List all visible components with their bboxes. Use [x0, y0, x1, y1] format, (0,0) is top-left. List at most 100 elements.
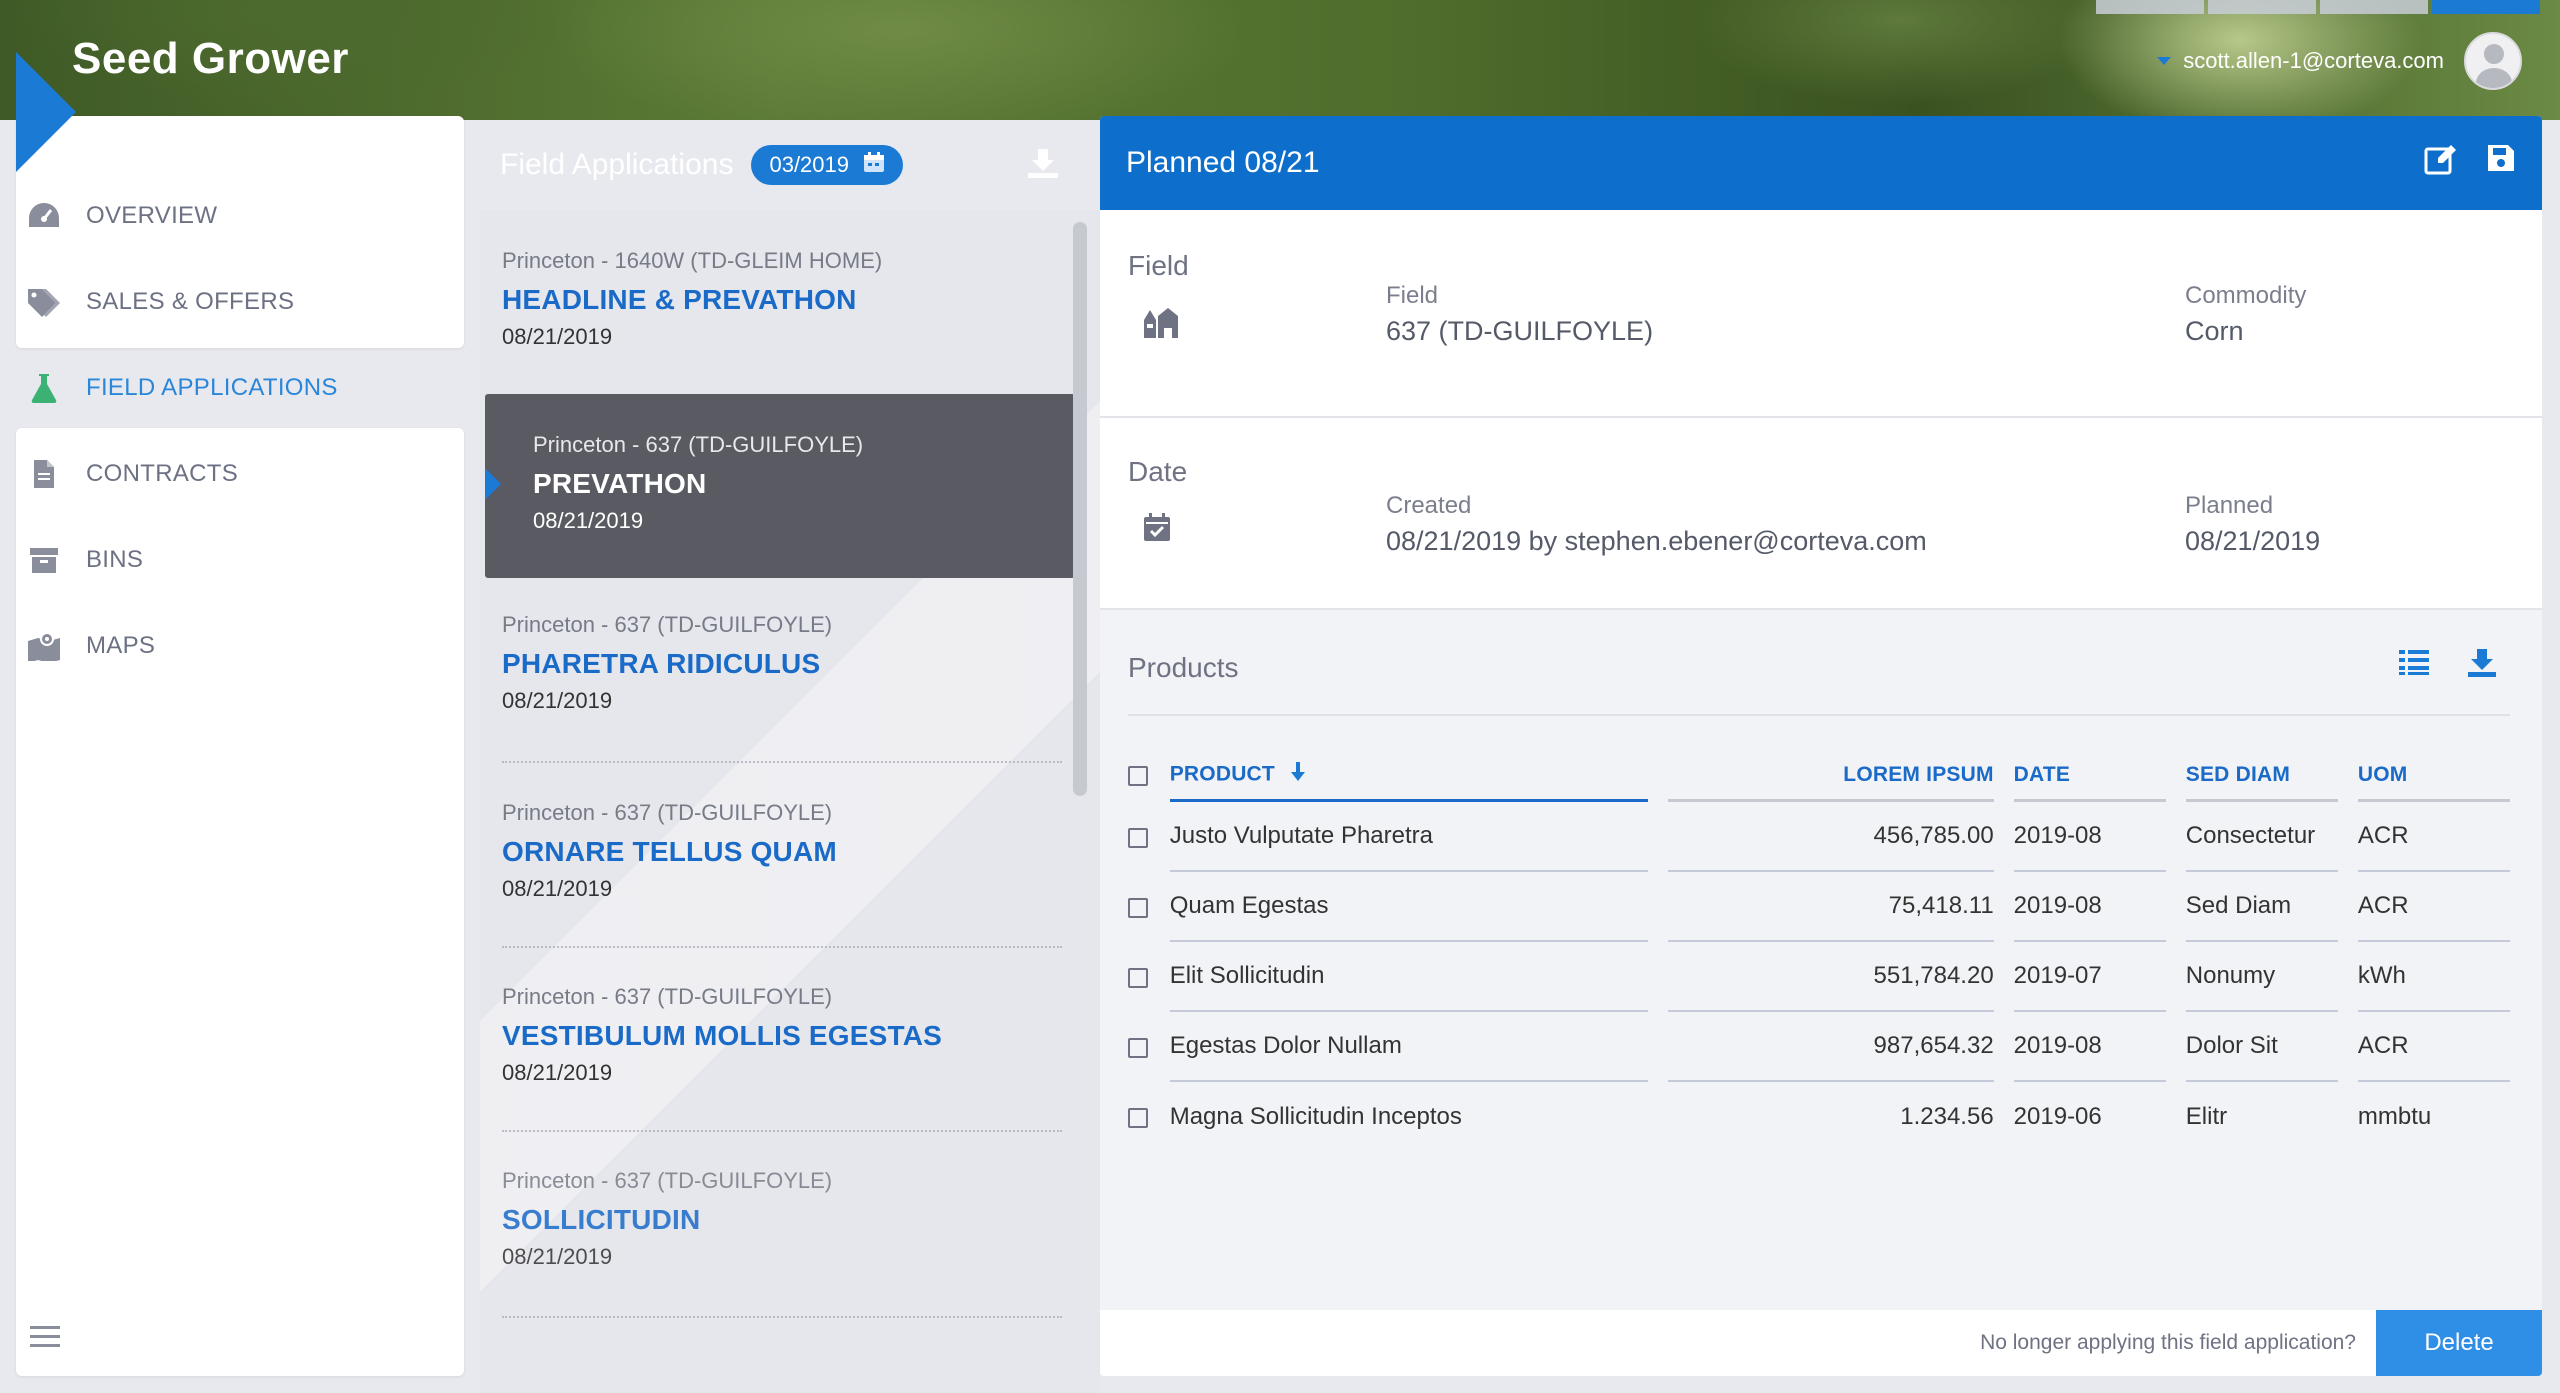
list-item[interactable]: Princeton - 637 (TD-GUILFOYLE) VESTIBULU…: [502, 984, 1072, 1086]
list-item-name[interactable]: PHARETRA RIDICULUS: [502, 648, 1072, 680]
sidebar-item-bins[interactable]: BINS: [26, 540, 143, 580]
cell-product: Quam Egestas: [1169, 872, 1648, 942]
user-menu[interactable]: scott.allen-1@corteva.com: [2157, 32, 2522, 90]
cell-date: 2019-08: [2013, 872, 2166, 942]
column-header-product[interactable]: PRODUCT: [1169, 750, 1648, 802]
delete-prompt: No longer applying this field applicatio…: [1980, 1331, 2356, 1354]
sort-down-icon[interactable]: [1289, 761, 1307, 789]
table-row[interactable]: Elit Sollicitudin 551,784.20 2019-07 Non…: [1128, 942, 2510, 1012]
calendar-icon: [863, 151, 885, 179]
created-field: Created 08/21/2019 by stephen.ebener@cor…: [1386, 492, 1927, 557]
table-row[interactable]: Quam Egestas 75,418.11 2019-08 Sed Diam …: [1128, 872, 2510, 942]
cell-sed-diam: Nonumy: [2185, 942, 2338, 1012]
list-item-location: Princeton - 637 (TD-GUILFOYLE): [502, 612, 833, 637]
sidebar-item-contracts[interactable]: CONTRACTS: [26, 454, 238, 494]
list-item[interactable]: Princeton - 1640W (TD-GLEIM HOME) HEADLI…: [502, 248, 1072, 350]
top-tab[interactable]: [2096, 0, 2204, 14]
delete-button[interactable]: Delete: [2376, 1310, 2542, 1376]
list-item[interactable]: Princeton - 637 (TD-GUILFOYLE) PHARETRA …: [502, 612, 1072, 714]
table-header-row: PRODUCT LOREM IPSUM DATE SED DIAM UOM: [1128, 750, 2510, 802]
list-item[interactable]: Princeton - 637 (TD-GUILFOYLE) ORNARE TE…: [502, 800, 1072, 902]
row-checkbox[interactable]: [1128, 1107, 1148, 1128]
cell-lorem-ipsum: 456,785.00: [1667, 802, 1994, 872]
cell-product: Justo Vulputate Pharetra: [1169, 802, 1648, 872]
column-header-sed-diam[interactable]: SED DIAM: [2185, 750, 2338, 802]
corner-accent: [16, 52, 76, 172]
chevron-down-icon[interactable]: [2157, 57, 2172, 65]
column-header-date[interactable]: DATE: [2013, 750, 2166, 802]
column-settings-icon[interactable]: [2398, 648, 2430, 683]
commodity-key: Commodity: [2185, 282, 2307, 309]
list-header: Field Applications 03/2019: [480, 120, 1100, 210]
list-scrollbar[interactable]: [1073, 222, 1087, 796]
sidebar-item-maps[interactable]: MAPS: [26, 626, 155, 666]
column-header-lorem-ipsum[interactable]: LOREM IPSUM: [1667, 750, 1994, 802]
list-item-date: 08/21/2019: [533, 508, 644, 533]
products-section: Products PRODUCT LOREM IPSUM DATE SED DI…: [1100, 610, 2542, 1310]
sidebar-item-label: BINS: [86, 546, 144, 573]
field-applications-list: Princeton - 1640W (TD-GLEIM HOME) HEADLI…: [480, 210, 1100, 1393]
column-header-label: PRODUCT: [1169, 762, 1275, 786]
list-item-name[interactable]: PREVATHON: [533, 468, 1075, 500]
selection-arrow-icon: [485, 468, 501, 500]
list-item-selected[interactable]: Princeton - 637 (TD-GUILFOYLE) PREVATHON…: [485, 394, 1075, 578]
list-item-name[interactable]: HEADLINE & PREVATHON: [502, 284, 1072, 316]
cell-date: 2019-08: [2013, 1012, 2166, 1082]
section-label: Field: [1128, 250, 1189, 281]
list-item-date: 08/21/2019: [502, 1060, 613, 1085]
user-email[interactable]: scott.allen-1@corteva.com: [2183, 48, 2444, 74]
detail-header: Planned 08/21: [1100, 116, 2542, 210]
products-divider: [1128, 714, 2510, 716]
top-tab[interactable]: [2208, 0, 2316, 14]
field-icon: [1142, 306, 1180, 345]
row-checkbox[interactable]: [1128, 897, 1148, 918]
list-item-date: 08/21/2019: [502, 1244, 613, 1269]
column-header-uom[interactable]: UOM: [2357, 750, 2510, 802]
created-value: 08/21/2019 by stephen.ebener@corteva.com: [1386, 526, 1927, 556]
list-title: Field Applications: [500, 148, 734, 181]
cell-lorem-ipsum: 551,784.20: [1667, 942, 1994, 1012]
list-item-location: Princeton - 637 (TD-GUILFOYLE): [502, 1168, 833, 1193]
app-title: Seed Grower: [72, 34, 349, 83]
sidebar-item-overview[interactable]: OVERVIEW: [26, 196, 217, 236]
list-item-name[interactable]: ORNARE TELLUS QUAM: [502, 836, 1072, 868]
list-item[interactable]: Princeton - 637 (TD-GUILFOYLE) SOLLICITU…: [502, 1168, 1072, 1270]
list-item-name[interactable]: SOLLICITUDIN: [502, 1204, 1072, 1236]
section-label: Date: [1128, 456, 1188, 487]
created-key: Created: [1386, 492, 1472, 519]
products-download-icon[interactable]: [2466, 648, 2498, 683]
top-tab[interactable]: [2432, 0, 2540, 14]
row-checkbox[interactable]: [1128, 967, 1148, 988]
field-key: Field: [1386, 282, 1439, 309]
top-tab[interactable]: [2320, 0, 2428, 14]
table-row[interactable]: Justo Vulputate Pharetra 456,785.00 2019…: [1128, 802, 2510, 872]
row-checkbox[interactable]: [1128, 1037, 1148, 1058]
avatar[interactable]: [2464, 32, 2522, 90]
list-item-date: 08/21/2019: [502, 324, 613, 349]
row-checkbox[interactable]: [1128, 827, 1148, 848]
sidebar-item-field-applications[interactable]: FIELD APPLICATIONS: [26, 368, 338, 408]
edit-icon[interactable]: [2424, 143, 2458, 183]
list-download-icon[interactable]: [1026, 147, 1060, 184]
select-all-checkbox[interactable]: [1128, 766, 1148, 787]
table-row[interactable]: Egestas Dolor Nullam 987,654.32 2019-08 …: [1128, 1012, 2510, 1082]
cell-uom: mmbtu: [2357, 1103, 2432, 1130]
list-item-name[interactable]: VESTIBULUM MOLLIS EGESTAS: [502, 1020, 1072, 1052]
archive-box-icon: [26, 542, 62, 578]
sidebar-item-label: SALES & OFFERS: [86, 288, 295, 315]
cell-date: 2019-06: [2013, 1103, 2102, 1130]
cell-product: Magna Sollicitudin Inceptos: [1169, 1103, 1462, 1130]
row-select-cell: [1128, 1082, 1150, 1152]
table-row[interactable]: Magna Sollicitudin Inceptos 1.234.56 201…: [1128, 1082, 2510, 1152]
hamburger-menu-icon[interactable]: [30, 1320, 60, 1353]
row-select-cell: [1128, 942, 1150, 1012]
top-tabs: [2096, 0, 2540, 14]
detail-title: Planned 08/21: [1126, 146, 1320, 179]
cell-sed-diam: Elitr: [2185, 1103, 2228, 1130]
cell-sed-diam: Dolor Sit: [2185, 1012, 2338, 1082]
sidebar-item-sales-offers[interactable]: SALES & OFFERS: [26, 282, 294, 322]
save-icon[interactable]: [2486, 143, 2516, 183]
document-icon: [26, 456, 62, 492]
date-filter-pill[interactable]: 03/2019: [751, 145, 903, 185]
row-select-cell: [1128, 802, 1150, 872]
